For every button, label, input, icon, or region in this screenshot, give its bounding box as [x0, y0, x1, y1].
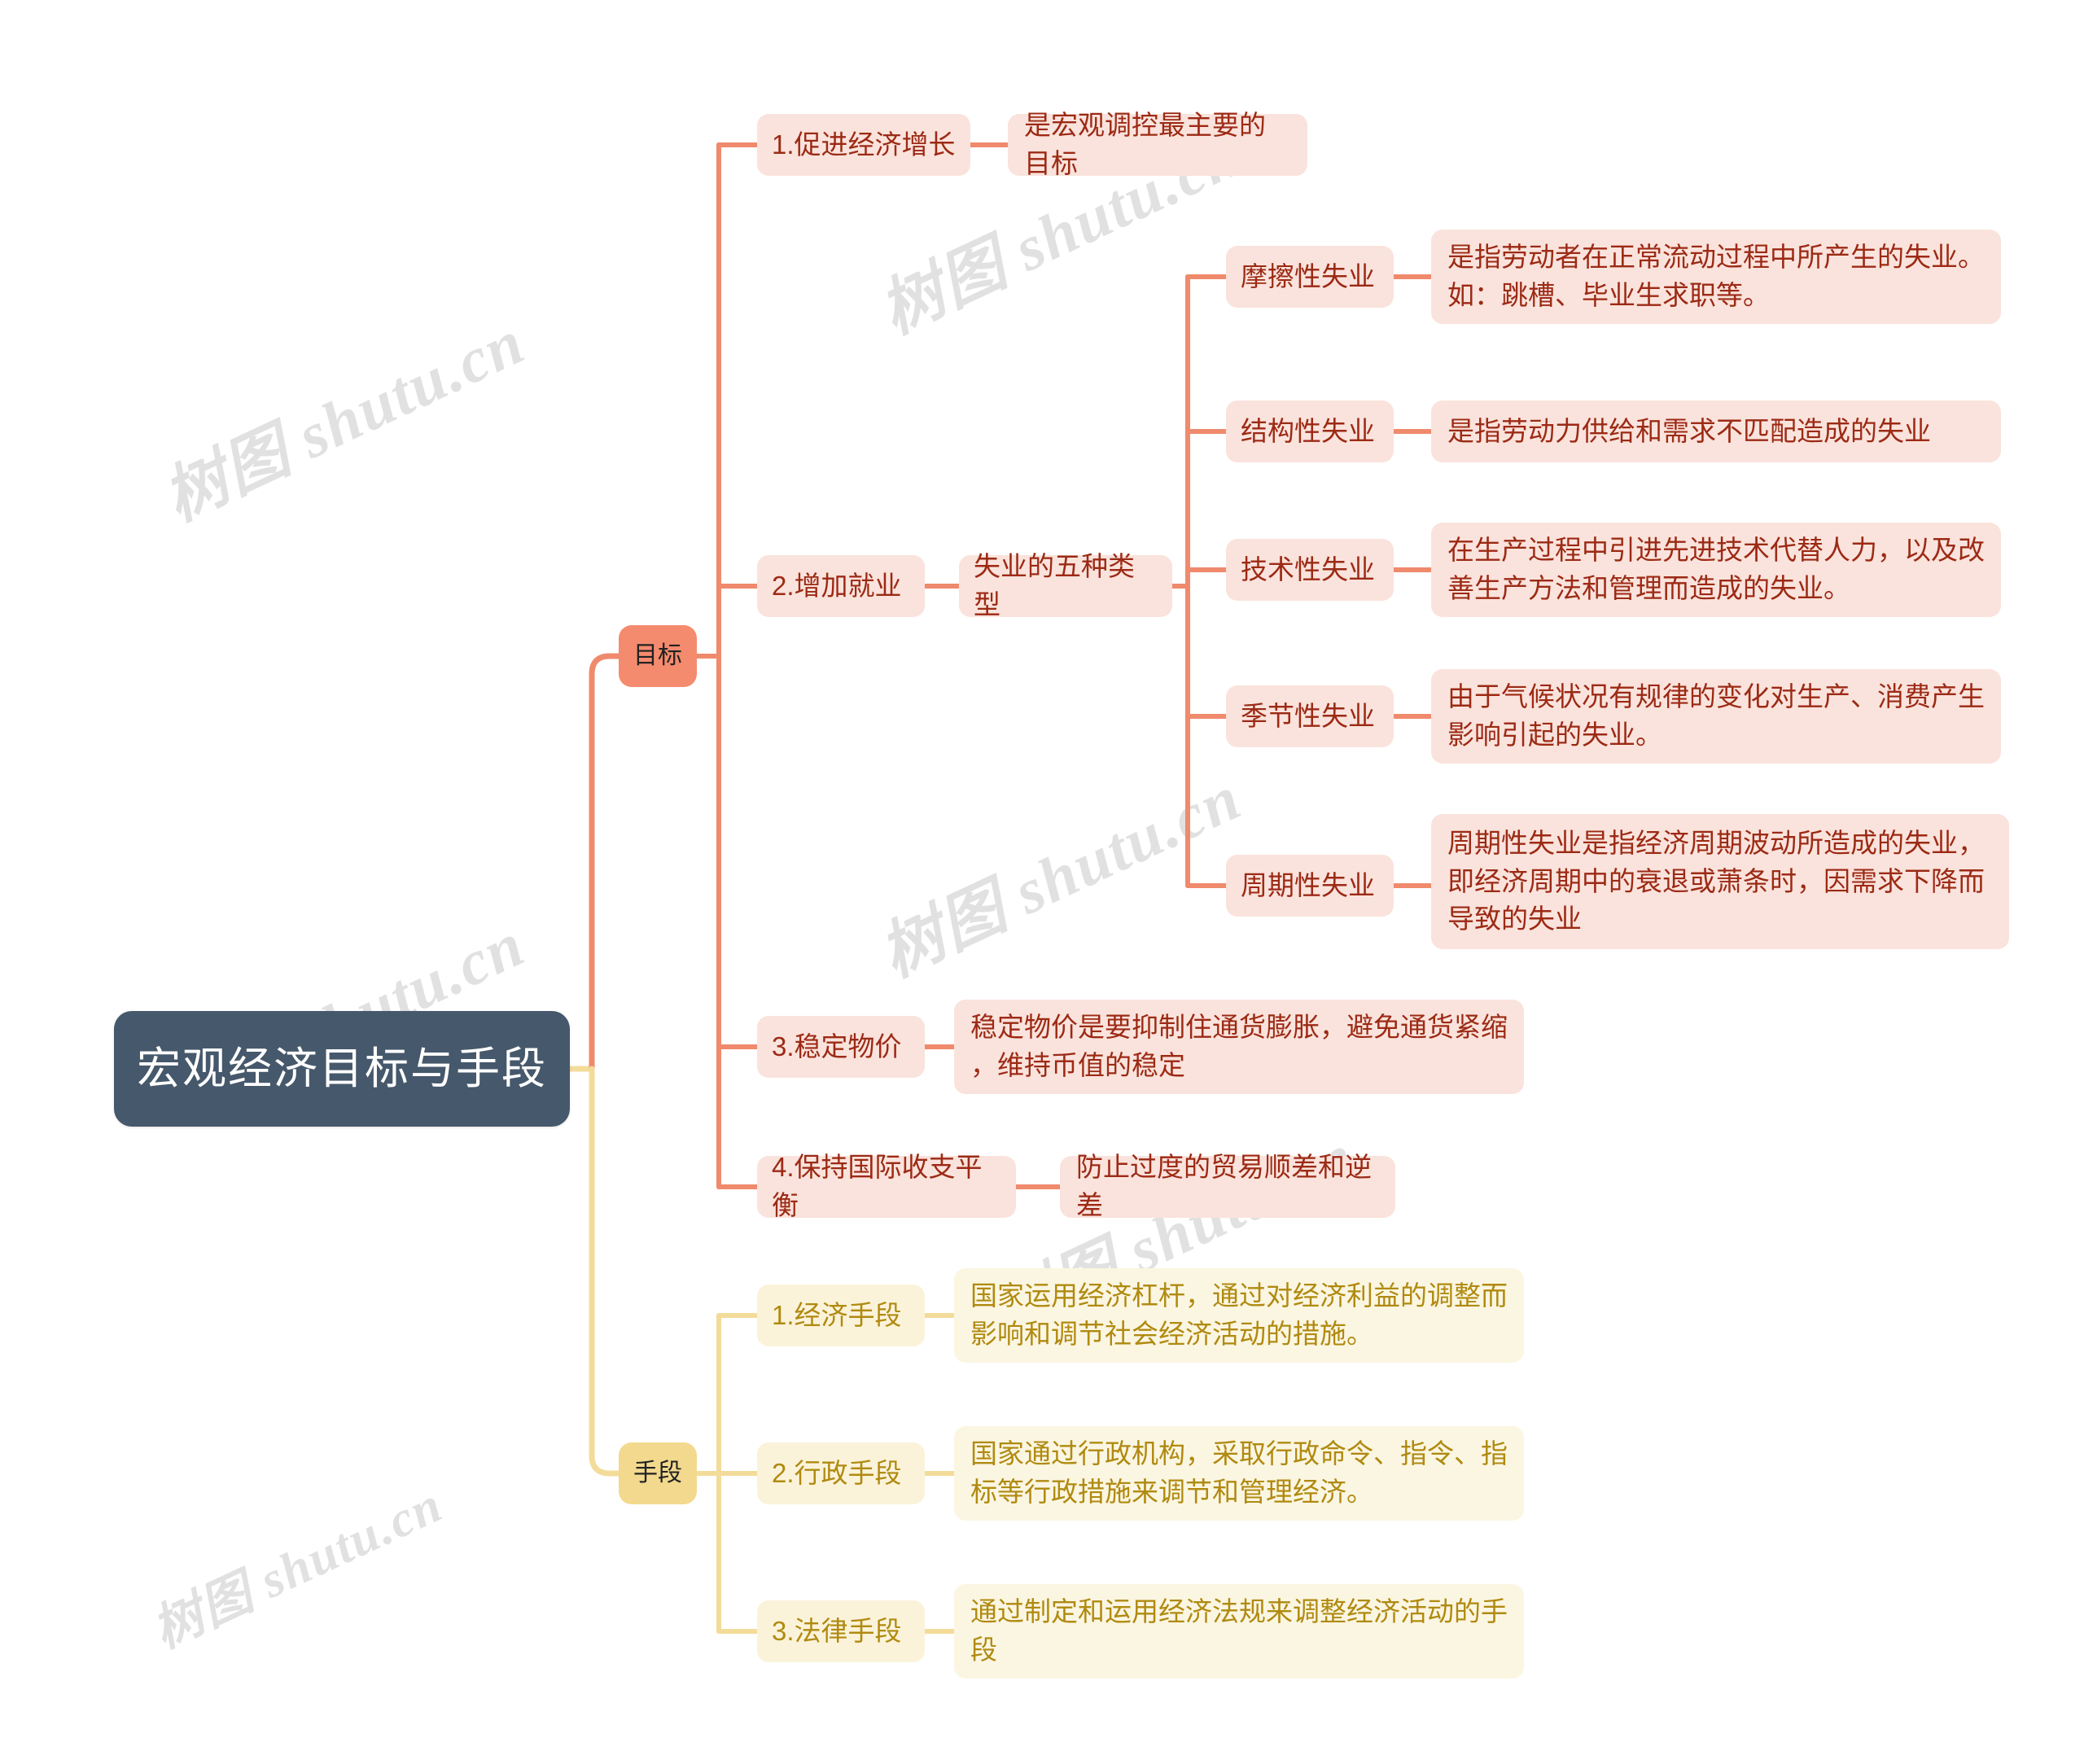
means-item-3-detail-text: 通过制定和运用经济法规来调整经济活动的手 段 [970, 1596, 1508, 1665]
unemployment-types-node[interactable]: 失业的五种类型 [959, 551, 1172, 619]
unemployment-type-3-detail-text: 在生产过程中引进先进技术代替人力，以及改 善生产方法和管理而造成的失业。 [1447, 535, 1985, 603]
goal-item-1-detail-text: 是宏观调控最主要的目标 [1024, 110, 1266, 178]
watermark-text: 树图 shutu.cn [144, 1477, 452, 1659]
unemployment-type-4-label: 季节性失业 [1241, 700, 1375, 731]
unemployment-type-4-detail-text: 由于气候状况有规律的变化对生产、消费产生 影响引起的失业。 [1447, 681, 1985, 750]
means-item-3[interactable]: 3.法律手段 [757, 1600, 925, 1662]
watermark-text: 树图 shutu.cn [153, 305, 536, 535]
unemployment-type-4[interactable]: 季节性失业 [1226, 685, 1394, 747]
unemployment-type-1[interactable]: 摩擦性失业 [1226, 246, 1394, 308]
branch-node-means-label: 手段 [633, 1459, 682, 1486]
means-item-2-label: 2.行政手段 [772, 1457, 902, 1488]
mindmap-canvas: 树图 shutu.cn 树图 shutu.cn 树图 shutu.cn 树图 shut… [0, 0, 2084, 1764]
goal-item-3-detail[interactable]: 稳定物价是要抑制住通货膨胀，避免通货紧缩 ，维持币值的稳定 [954, 1000, 1524, 1094]
means-item-2[interactable]: 2.行政手段 [757, 1442, 925, 1504]
goal-item-4[interactable]: 4.保持国际收支平衡 [757, 1152, 1016, 1220]
root-node-label: 宏观经济目标与手段 [137, 1044, 547, 1093]
unemployment-type-5-label: 周期性失业 [1241, 869, 1375, 900]
unemployment-type-2-detail[interactable]: 是指劳动力供给和需求不匹配造成的失业 [1431, 401, 2001, 462]
branch-node-goals[interactable]: 目标 [619, 625, 697, 687]
goal-item-2[interactable]: 2.增加就业 [757, 555, 925, 617]
unemployment-type-2[interactable]: 结构性失业 [1226, 401, 1394, 462]
branch-node-means[interactable]: 手段 [619, 1442, 697, 1504]
goal-item-4-detail-text: 防止过度的贸易顺差和逆差 [1076, 1152, 1372, 1220]
unemployment-type-3[interactable]: 技术性失业 [1226, 539, 1394, 601]
unemployment-type-1-label: 摩擦性失业 [1241, 260, 1375, 291]
goal-item-3-label: 3.稳定物价 [772, 1031, 902, 1061]
unemployment-type-3-detail[interactable]: 在生产过程中引进先进技术代替人力，以及改 善生产方法和管理而造成的失业。 [1431, 523, 2001, 617]
unemployment-types-label: 失业的五种类型 [974, 551, 1135, 619]
unemployment-type-1-detail[interactable]: 是指劳动者在正常流动过程中所产生的失业。 如：跳槽、毕业生求职等。 [1431, 230, 2001, 324]
unemployment-type-1-detail-text: 是指劳动者在正常流动过程中所产生的失业。 如：跳槽、毕业生求职等。 [1447, 242, 1985, 310]
branch-node-goals-label: 目标 [633, 641, 682, 669]
goal-item-4-label: 4.保持国际收支平衡 [772, 1152, 983, 1220]
connector-line [589, 1066, 622, 1477]
goal-item-2-label: 2.增加就业 [772, 570, 902, 601]
unemployment-type-2-detail-text: 是指劳动力供给和需求不匹配造成的失业 [1447, 415, 1931, 446]
means-item-2-detail[interactable]: 国家通过行政机构，采取行政命令、指令、指 标等行政措施来调节和管理经济。 [954, 1426, 1524, 1521]
unemployment-type-4-detail[interactable]: 由于气候状况有规律的变化对生产、消费产生 影响引起的失业。 [1431, 669, 2001, 764]
unemployment-type-5[interactable]: 周期性失业 [1226, 855, 1394, 917]
means-item-2-detail-text: 国家通过行政机构，采取行政命令、指令、指 标等行政措施来调节和管理经济。 [970, 1438, 1508, 1507]
means-item-3-label: 3.法律手段 [772, 1615, 902, 1646]
goal-item-3-detail-text: 稳定物价是要抑制住通货膨胀，避免通货紧缩 ，维持币值的稳定 [970, 1012, 1508, 1080]
means-item-1[interactable]: 1.经济手段 [757, 1285, 925, 1346]
unemployment-type-2-label: 结构性失业 [1241, 415, 1375, 446]
means-item-3-detail[interactable]: 通过制定和运用经济法规来调整经济活动的手 段 [954, 1584, 1524, 1679]
unemployment-type-5-detail-text: 周期性失业是指经济周期波动所造成的失业， 即经济周期中的衰退或萧条时，因需求下降… [1447, 827, 1985, 935]
root-node[interactable]: 宏观经济目标与手段 [114, 1011, 570, 1127]
goal-item-4-detail[interactable]: 防止过度的贸易顺差和逆差 [1060, 1152, 1395, 1220]
means-item-1-detail-text: 国家运用经济杠杆，通过对经济利益的调整而 影响和调节社会经济活动的措施。 [970, 1280, 1508, 1349]
unemployment-type-3-label: 技术性失业 [1241, 554, 1375, 584]
means-item-1-detail[interactable]: 国家运用经济杠杆，通过对经济利益的调整而 影响和调节社会经济活动的措施。 [954, 1268, 1524, 1363]
goal-item-1-label: 1.促进经济增长 [772, 129, 956, 160]
goal-item-1[interactable]: 1.促进经济增长 [757, 114, 970, 176]
means-item-1-label: 1.经济手段 [772, 1299, 902, 1330]
unemployment-type-5-detail[interactable]: 周期性失业是指经济周期波动所造成的失业， 即经济周期中的衰退或萧条时，因需求下降… [1431, 814, 2009, 949]
watermark-text: 树图 shutu.cn [869, 761, 1252, 991]
connector-line [589, 653, 622, 1072]
goal-item-1-detail[interactable]: 是宏观调控最主要的目标 [1008, 110, 1307, 178]
goal-item-3[interactable]: 3.稳定物价 [757, 1016, 925, 1078]
